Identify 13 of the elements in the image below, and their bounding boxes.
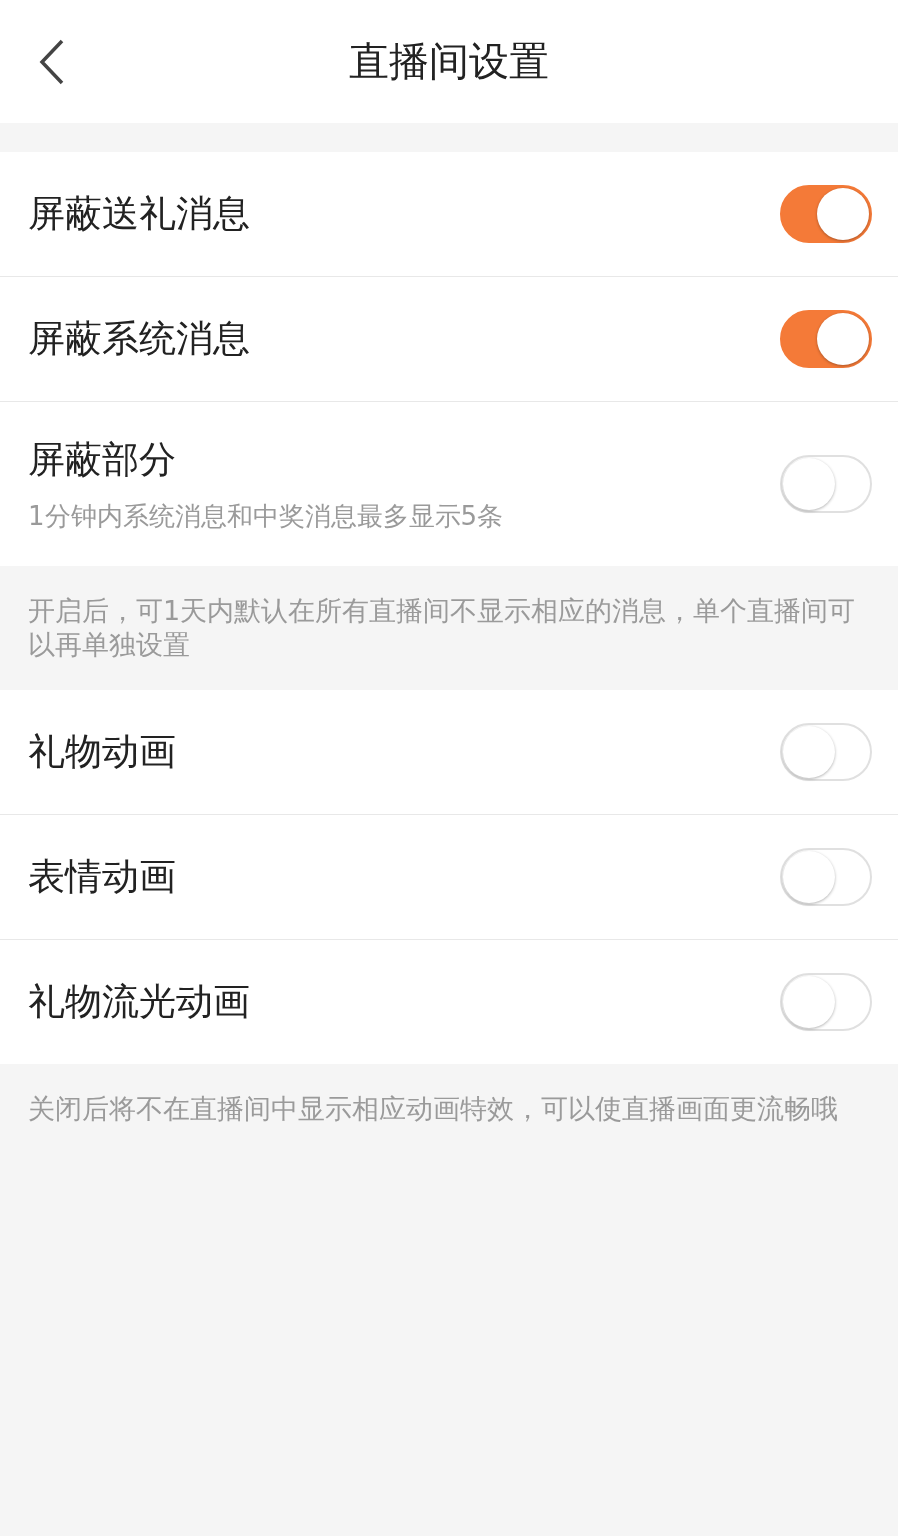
toggle-switch[interactable] bbox=[780, 310, 872, 368]
setting-label: 礼物流光动画 bbox=[28, 979, 250, 1025]
setting-label: 屏蔽送礼消息 bbox=[28, 191, 250, 237]
setting-description: 1分钟内系统消息和中奖消息最多显示5条 bbox=[28, 499, 504, 533]
setting-label: 表情动画 bbox=[28, 854, 176, 900]
back-icon bbox=[39, 39, 65, 85]
page-title: 直播间设置 bbox=[349, 37, 549, 86]
note-text: 关闭后将不在直播间中显示相应动画特效，可以使直播画面更流畅哦 bbox=[27, 1092, 839, 1126]
setting-label: 屏蔽系统消息 bbox=[28, 316, 250, 362]
setting-label: 礼物动画 bbox=[28, 729, 176, 775]
note-text: 开启后，可1天内默认在所有直播间不显示相应的消息，单个直播间可以再单独设置 bbox=[27, 594, 857, 662]
toggle-switch[interactable] bbox=[780, 185, 872, 243]
setting-label: 屏蔽部分 bbox=[28, 436, 177, 483]
